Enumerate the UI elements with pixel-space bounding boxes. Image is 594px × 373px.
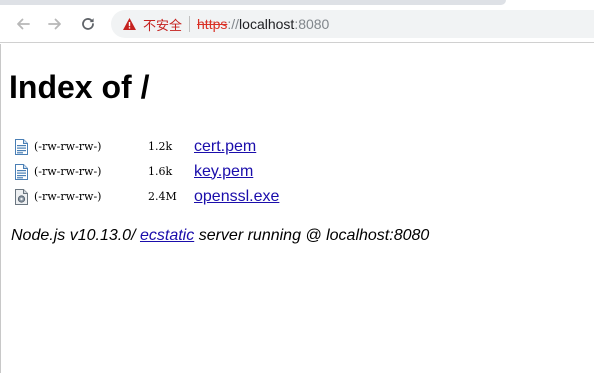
file-link-key[interactable]: key.pem xyxy=(194,163,253,181)
reload-icon xyxy=(82,18,94,30)
page-title: Index of / xyxy=(9,69,150,105)
back-button[interactable] xyxy=(12,13,34,35)
file-permissions: (-rw-rw-rw-) xyxy=(34,140,102,153)
footer-suffix: server running @ localhost:8080 xyxy=(198,227,430,244)
omnibox-divider xyxy=(189,16,191,32)
warning-icon[interactable] xyxy=(122,17,137,31)
page-content: Index of / (-rw-rw-rw-) 1.2k cert.pem (-… xyxy=(0,44,594,373)
executable-file-icon xyxy=(15,188,28,205)
ecstatic-link[interactable]: ecstatic xyxy=(140,227,194,244)
file-permissions: (-rw-rw-rw-) xyxy=(34,165,102,178)
text-file-icon xyxy=(15,163,28,180)
file-row-openssl: (-rw-rw-rw-) 2.4M openssl.exe xyxy=(15,184,279,209)
file-row-key: (-rw-rw-rw-) 1.6k key.pem xyxy=(15,159,279,184)
security-status-label[interactable]: 不安全 xyxy=(143,15,182,34)
file-listing: (-rw-rw-rw-) 1.2k cert.pem (-rw-rw-rw-) … xyxy=(15,134,279,209)
tab-strip-edge xyxy=(0,0,506,5)
reload-button[interactable] xyxy=(77,13,99,35)
file-size: 1.2k xyxy=(148,140,173,153)
url-host: localhost xyxy=(239,16,295,32)
url-scheme: https xyxy=(197,16,228,32)
file-link-cert[interactable]: cert.pem xyxy=(194,138,256,156)
file-size: 2.4M xyxy=(148,190,177,203)
browser-toolbar: 不安全 https://localhost:8080 xyxy=(0,0,594,43)
arrow-left-icon xyxy=(17,18,30,30)
url-port: :8080 xyxy=(294,16,330,32)
file-permissions: (-rw-rw-rw-) xyxy=(34,190,102,203)
file-link-openssl[interactable]: openssl.exe xyxy=(194,188,279,206)
arrow-right-icon xyxy=(48,18,61,30)
server-footer: Node.js v10.13.0/ ecstatic server runnin… xyxy=(11,227,429,245)
text-file-icon xyxy=(15,138,28,155)
address-bar[interactable]: 不安全 https://localhost:8080 xyxy=(111,10,594,38)
forward-button[interactable] xyxy=(44,13,66,35)
file-row-cert: (-rw-rw-rw-) 1.2k cert.pem xyxy=(15,134,279,159)
footer-prefix: Node.js v10.13.0/ xyxy=(11,227,136,244)
url-separator: :// xyxy=(227,16,240,32)
file-size: 1.6k xyxy=(148,165,173,178)
url-text[interactable]: https://localhost:8080 xyxy=(197,16,329,32)
